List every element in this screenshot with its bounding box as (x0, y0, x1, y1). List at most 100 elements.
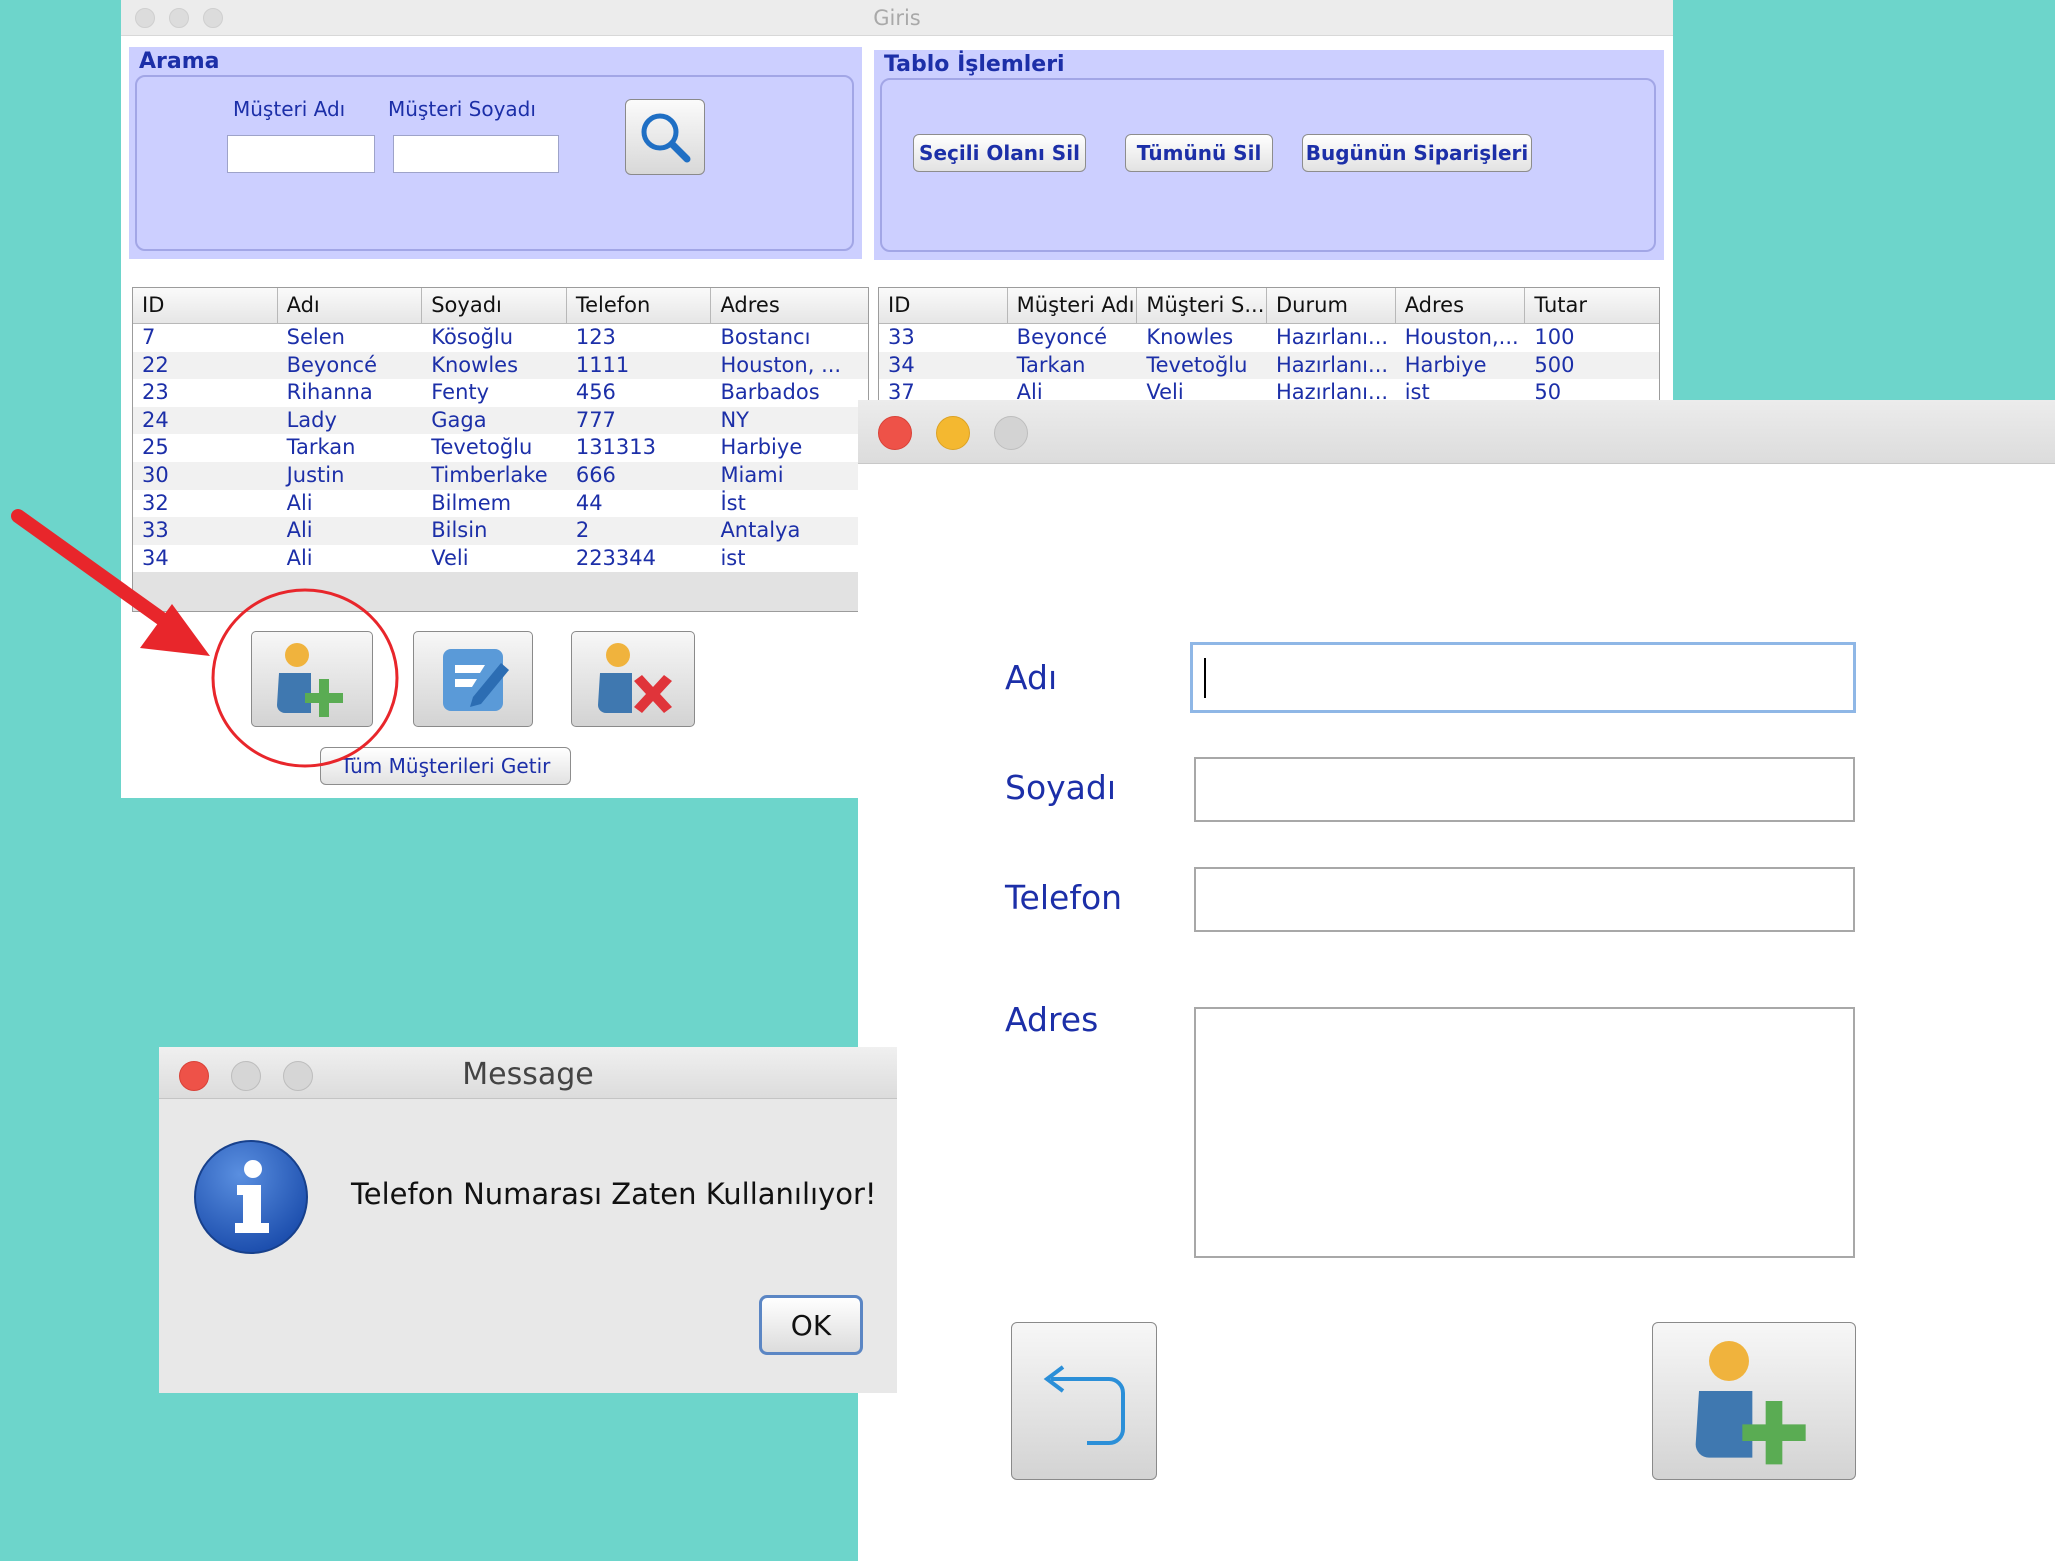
table-cell: 22 (142, 352, 169, 377)
delete-customer-button[interactable] (571, 631, 695, 727)
table-cell: Veli (431, 545, 469, 570)
search-panel: Arama Müşteri Adı Müşteri Soyadı (129, 47, 862, 259)
surname-label: Soyadı (1005, 768, 1117, 807)
last-name-input[interactable] (393, 135, 559, 173)
table-cell: 1111 (575, 352, 630, 377)
table-cell: Hazırlanı... (1276, 352, 1389, 377)
address-textarea[interactable] (1194, 1007, 1855, 1258)
column-header[interactable]: ID (879, 288, 1008, 324)
table-cell: 2 (575, 518, 590, 543)
main-title-bar: Giris (121, 0, 1673, 36)
table-cell: Knowles (1146, 325, 1234, 349)
table-cell: 33 (888, 325, 915, 349)
orders-table-body: 33 Beyoncé Knowles Hazırlanı... Houston,... 1… (879, 324, 1659, 407)
table-cell: Barbados (720, 380, 820, 405)
table-cell: 23 (142, 380, 169, 405)
message-dialog: Message Telefon Numarası Zaten Kullanılı… (159, 1047, 897, 1393)
orders-table-header: ID Müşteri Adı Müşteri S... Durum Adres … (879, 288, 1659, 324)
table-cell: Tarkan (1016, 352, 1086, 377)
delete-user-icon (598, 643, 672, 713)
table-cell: Miami (720, 462, 784, 487)
table-row[interactable]: 7 Selen Kösoğlu 123 Bostancı (133, 324, 868, 352)
table-cell: Timberlake (431, 462, 548, 487)
column-header[interactable]: Müşteri Adı (1008, 288, 1138, 324)
edit-icon (443, 649, 509, 711)
table-cell: Knowles (431, 352, 519, 377)
first-name-input[interactable] (227, 135, 375, 173)
column-header[interactable]: Adı (278, 288, 423, 324)
table-cell: Justin (286, 462, 345, 487)
text-caret (1204, 658, 1206, 698)
table-cell: Beyoncé (286, 352, 377, 377)
info-icon (194, 1140, 308, 1254)
add-dialog-title-bar (858, 400, 2055, 464)
table-cell: Kösoğlu (431, 325, 514, 349)
table-row[interactable]: 34 Tarkan Tevetoğlu Hazırlanı... Harbiye 500 (879, 351, 1659, 380)
message-text: Telefon Numarası Zaten Kullanılıyor! (351, 1177, 877, 1211)
add-user-icon (1695, 1341, 1806, 1465)
minimize-dot[interactable] (936, 416, 970, 450)
table-cell: Lady (286, 407, 337, 432)
table-cell: 24 (142, 407, 169, 432)
table-cell: Beyoncé (1016, 325, 1108, 349)
add-customer-dialog: Adı Soyadı Telefon Adres (858, 400, 2055, 1561)
table-row[interactable]: 33 Beyoncé Knowles Hazırlanı... Houston,... 1… (879, 324, 1659, 352)
first-name-label: Müşteri Adı (233, 97, 346, 121)
table-cell: 123 (575, 325, 616, 349)
search-icon (641, 113, 691, 163)
column-header[interactable]: Soyadı (422, 288, 567, 324)
table-cell: Bostancı (720, 325, 811, 349)
table-cell: Harbiye (1404, 352, 1487, 377)
table-cell: Bilsin (431, 518, 488, 543)
table-cell: ist (720, 545, 746, 570)
surname-input[interactable] (1194, 757, 1855, 822)
column-header[interactable]: Müşteri S... (1137, 288, 1268, 324)
table-cell: Harbiye (720, 435, 803, 460)
phone-input[interactable] (1194, 867, 1855, 932)
column-header[interactable]: ID (133, 288, 278, 324)
close-dot[interactable] (878, 416, 912, 450)
table-cell: Hazırlanı... (1276, 325, 1389, 349)
table-cell: Tarkan (286, 435, 356, 460)
zoom-dot[interactable] (994, 416, 1028, 450)
column-header[interactable]: Adres (1396, 288, 1526, 324)
table-row[interactable]: 23 Rihanna Fenty 456 Barbados (133, 379, 868, 407)
table-cell: İst (720, 490, 746, 515)
table-cell: 7 (142, 325, 156, 349)
message-title-bar: Message (159, 1047, 897, 1099)
back-arrow-icon (1043, 1365, 1125, 1445)
table-cell: Houston,... (1404, 325, 1519, 349)
table-cell: 223344 (575, 545, 656, 570)
table-cell: 131313 (575, 435, 656, 460)
message-title: Message (462, 1057, 594, 1092)
table-row[interactable]: 30 Justin Timberlake 666 Miami (133, 461, 868, 490)
table-cell: 34 (888, 352, 915, 377)
search-panel-title: Arama (139, 49, 220, 74)
window-controls (878, 416, 1028, 450)
table-ops-title: Tablo İşlemleri (884, 52, 1065, 77)
table-row[interactable]: 25 Tarkan Tevetoğlu 131313 Harbiye (133, 434, 868, 462)
column-header[interactable]: Durum (1267, 288, 1396, 324)
ok-button[interactable]: OK (759, 1295, 863, 1355)
customers-table-header: ID Adı Soyadı Telefon Adres (133, 288, 868, 324)
address-label: Adres (1005, 1000, 1099, 1039)
column-header[interactable]: Telefon (567, 288, 712, 324)
table-row[interactable]: 24 Lady Gaga 777 NY (133, 406, 868, 435)
table-cell: 44 (575, 490, 603, 515)
table-cell: Gaga (431, 407, 487, 432)
table-row[interactable]: 22 Beyoncé Knowles 1111 Houston, ... (133, 351, 868, 380)
delete-all-button[interactable]: Tümünü Sil (1125, 134, 1273, 172)
todays-orders-button[interactable]: Bugünün Siparişleri (1302, 134, 1532, 172)
table-cell: Houston, ... (720, 352, 842, 377)
edit-customer-button[interactable] (413, 631, 533, 727)
save-customer-button[interactable] (1652, 1322, 1856, 1480)
name-input[interactable] (1190, 642, 1856, 713)
table-cell: Rihanna (286, 380, 373, 405)
column-header[interactable]: Tutar (1525, 288, 1659, 324)
search-button[interactable] (625, 99, 705, 175)
table-cell: Tevetoğlu (1146, 352, 1248, 377)
table-cell: NY (720, 407, 749, 432)
back-button[interactable] (1011, 1322, 1157, 1480)
column-header[interactable]: Adres (711, 288, 868, 324)
delete-selected-button[interactable]: Seçili Olanı Sil (913, 134, 1086, 172)
